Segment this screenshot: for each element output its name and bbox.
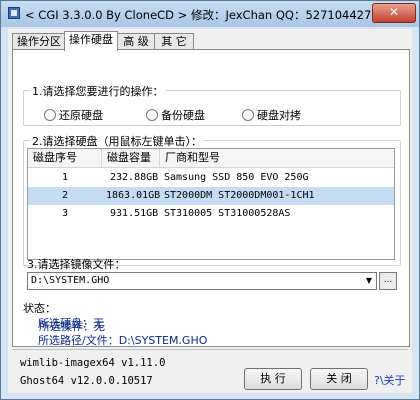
client-area: 操作分区 操作硬盘 高 级 其 它 1.请选择您要进行的操作： 还原硬盘 备份硬…: [8, 29, 412, 393]
status-disk: 所选硬盘：无: [38, 317, 104, 330]
disk-size: 1863.01GB: [106, 190, 161, 201]
column-header-size[interactable]: 磁盘容量: [102, 149, 160, 167]
ghost-version: Ghost64 v12.0.0.10517: [20, 375, 153, 387]
disk-panel: 1.请选择您要进行的操作： 还原硬盘 备份硬盘 硬盘对拷 2.请选择硬盘（用鼠标…: [12, 49, 410, 347]
run-button[interactable]: 执 行: [244, 368, 302, 390]
radio-restore-disk[interactable]: 还原硬盘: [44, 107, 103, 122]
operation-title: 1.请选择您要进行的操作：: [30, 83, 166, 99]
close-button[interactable]: 关 闭: [310, 368, 368, 390]
app-icon: [8, 7, 20, 19]
footer-divider: [12, 349, 408, 350]
window-title: < CGI 3.3.0.0 By CloneCD > 修改：JexChan QQ…: [25, 8, 372, 22]
radio-circle-icon: [242, 109, 254, 121]
chevron-down-icon[interactable]: ▼: [362, 273, 376, 289]
table-row[interactable]: 1 232.88GB Samsung SSD 850 EVO 250G: [28, 169, 394, 187]
disk-model: ST2000DM ST2000DM001-1CH1: [164, 190, 315, 201]
window-close-button[interactable]: ✕: [372, 3, 416, 23]
image-file-value: D:\SYSTEM.GHO: [31, 275, 110, 286]
radio-circle-icon: [44, 109, 56, 121]
disk-table-header: 磁盘序号 磁盘容量 厂商和型号: [28, 149, 394, 168]
image-file-combo[interactable]: D:\SYSTEM.GHO ▼: [27, 272, 377, 290]
wimlib-version: wimlib-imagex64 v1.11.0: [20, 357, 166, 369]
image-file-title: 3.请选择镜像文件：: [27, 258, 126, 271]
about-link[interactable]: ?\关于: [374, 372, 406, 388]
disk-index: 1: [62, 172, 69, 183]
disk-size: 232.88GB: [110, 172, 159, 183]
status-title: 状态：: [23, 302, 56, 315]
column-header-model[interactable]: 厂商和型号: [160, 149, 394, 167]
app-window: < CGI 3.3.0.0 By CloneCD > 修改：JexChan QQ…: [0, 0, 420, 400]
browse-button[interactable]: ...: [379, 272, 397, 290]
table-row-selected[interactable]: 2 1863.01GB ST2000DM ST2000DM001-1CH1: [28, 187, 394, 205]
tab-other[interactable]: 其 它: [154, 33, 194, 50]
table-row[interactable]: 3 931.51GB ST310005 ST31000528AS: [28, 205, 394, 223]
disk-size: 931.51GB: [110, 208, 159, 219]
tab-partition[interactable]: 操作分区: [12, 33, 66, 50]
radio-circle-icon: [146, 109, 158, 121]
disk-model: Samsung SSD 850 EVO 250G: [164, 172, 309, 183]
disk-table: 磁盘序号 磁盘容量 厂商和型号 1 232.88GB Samsung SSD 8…: [27, 148, 395, 260]
title-bar[interactable]: < CGI 3.3.0.0 By CloneCD > 修改：JexChan QQ…: [1, 1, 419, 27]
tab-disk[interactable]: 操作硬盘: [64, 31, 118, 51]
column-header-index[interactable]: 磁盘序号: [28, 149, 102, 167]
operation-group: 1.请选择您要进行的操作： 还原硬盘 备份硬盘 硬盘对拷: [23, 83, 401, 126]
disk-index: 2: [62, 190, 69, 201]
disk-index: 3: [62, 208, 69, 219]
status-path: 所选路径/文件：D:\SYSTEM.GHO: [38, 334, 208, 347]
radio-backup-disk[interactable]: 备份硬盘: [146, 107, 205, 122]
disk-model: ST310005 ST31000528AS: [164, 208, 291, 219]
tab-advanced[interactable]: 高 级: [116, 33, 156, 50]
radio-copy-disk[interactable]: 硬盘对拷: [242, 107, 301, 122]
disk-title: 2.请选择硬盘（用鼠标左键单击）：: [30, 133, 204, 149]
